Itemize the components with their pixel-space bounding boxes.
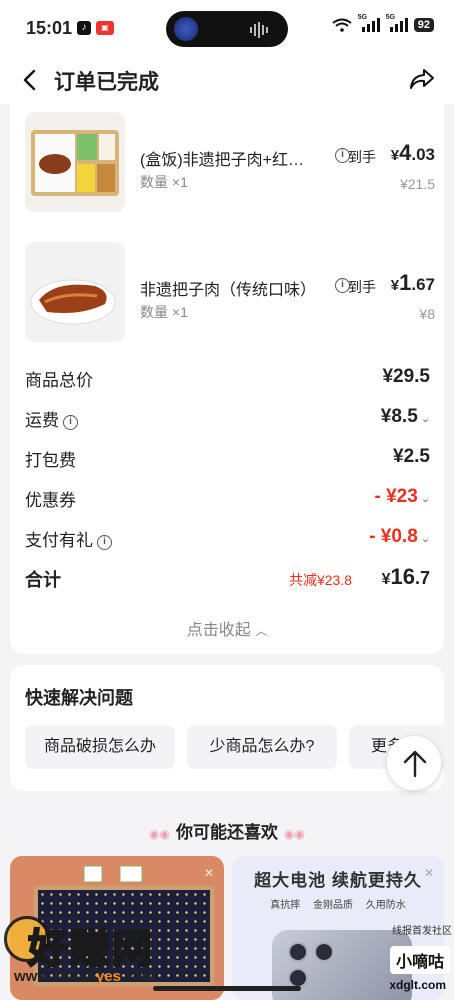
summary-row-packing: 打包费 ¥2.5 (25, 446, 430, 470)
item-name: (盒饭)非遗把子肉+红… (140, 152, 305, 169)
order-item[interactable]: (盒饭)非遗把子肉+红… 数量 ×1 i 到手 ¥4.03 ¥21.5 (25, 112, 435, 212)
watermark-name: 小嘀咕 (389, 946, 450, 974)
item-original-price: ¥8 (419, 306, 435, 322)
recommend-title: ◉◉ 你可能还喜欢 ◉◉ (149, 823, 305, 842)
item-final-price: ¥4.03 (390, 140, 435, 165)
row-label: 优惠券 (25, 491, 76, 510)
signal-5g-icon: 5G (358, 14, 380, 32)
quick-help-card: 快速解决问题 商品破损怎么办 少商品怎么办? 更多 (10, 665, 444, 791)
page-title: 订单已完成 (54, 71, 159, 94)
row-label: 商品总价 (25, 371, 93, 390)
wifi-icon (332, 18, 352, 32)
signal-5g-icon-2: 5G (386, 14, 408, 32)
summary-row-goods-total: 商品总价 ¥29.5 (25, 366, 430, 390)
item-name: 非遗把子肉（传统口味） (140, 282, 317, 299)
total-label: 合计 (25, 570, 61, 590)
battery-icon: 92 (413, 18, 434, 32)
collapse-button[interactable]: 点击收起 ︿ (10, 616, 444, 640)
status-bar: 15:01 ♪ ▣ 5G 5G 92 (0, 0, 454, 56)
dynamic-island[interactable] (166, 11, 288, 47)
nav-bar: 订单已完成 (0, 56, 454, 104)
arrow-up-icon (403, 750, 427, 778)
app-notification-icon: ▣ (96, 21, 114, 35)
scroll-to-top-button[interactable] (386, 735, 442, 791)
ad-features: 真抗摔 金刚品质 久用防水 (270, 900, 406, 911)
network-type-label: 5G (357, 14, 368, 21)
home-indicator[interactable] (153, 986, 301, 991)
chevron-down-icon: ⌄ (420, 413, 430, 425)
row-label: 运费 i (25, 406, 78, 431)
info-icon[interactable]: i (97, 535, 112, 550)
network-type-label-2: 5G (385, 14, 396, 21)
watermark-text: 好赚网 (27, 926, 154, 972)
row-value: ¥2.5 (393, 446, 430, 467)
row-label: 打包费 (25, 451, 76, 470)
ad-headline: 超大电池 续航更持久 (254, 871, 422, 890)
watermark-url: xdglt.com (389, 978, 446, 992)
watermark-logo-left: 好赚网 www.zhuanyes.com (4, 916, 194, 996)
info-icon[interactable]: i (63, 415, 78, 430)
row-label: 支付有礼 i (25, 526, 112, 551)
close-icon[interactable]: ✕ (204, 866, 214, 880)
audio-wave-icon (250, 21, 274, 38)
item-thumbnail (25, 112, 125, 212)
system-icons: 5G 5G 92 (332, 14, 434, 32)
item-final-price: ¥1.67 (390, 270, 435, 295)
decorative-pill-icon: ◉◉ (149, 827, 170, 841)
price-label: 到手 (348, 149, 376, 165)
wall-frame-icon (83, 865, 143, 883)
watermark-tagline: 线报首发社区 (392, 926, 452, 937)
decorative-pill-icon: ◉◉ (284, 827, 305, 841)
chevron-down-icon: ⌄ (420, 533, 430, 545)
total-discount: 共减¥23.8 (288, 572, 352, 588)
order-item[interactable]: 非遗把子肉（传统口味） 数量 ×1 i 到手 ¥1.67 ¥8 (25, 242, 435, 342)
watermark-url: www.zhuanyes.com (14, 968, 156, 985)
item-thumbnail (25, 242, 125, 342)
tiktok-icon: ♪ (77, 21, 91, 35)
item-original-price: ¥21.5 (399, 176, 435, 192)
item-quantity: 数量 ×1 (140, 174, 188, 190)
help-chip-missing[interactable]: 少商品怎么办? (187, 725, 337, 769)
close-icon[interactable]: ✕ (424, 866, 434, 880)
item-quantity: 数量 ×1 (140, 304, 188, 320)
total-value: ¥16.7 (381, 564, 430, 589)
status-time: 15:01 (26, 18, 73, 38)
back-arrow-icon[interactable] (20, 68, 40, 92)
row-value: ¥29.5 (382, 366, 430, 387)
share-icon[interactable] (408, 66, 436, 92)
chevron-up-icon: ︿ (255, 624, 268, 638)
row-value: - ¥0.8 ⌄ (369, 526, 430, 547)
summary-row-shipping[interactable]: 运费 i ¥8.5 ⌄ (25, 406, 430, 430)
summary-row-total: 合计 共减¥23.8 ¥16.7 (25, 564, 430, 590)
price-label: 到手 (348, 279, 376, 295)
row-value: ¥8.5 ⌄ (380, 406, 430, 427)
help-chip-damaged[interactable]: 商品破损怎么办 (25, 725, 175, 769)
quick-help-title: 快速解决问题 (25, 688, 133, 708)
summary-row-pay-gift[interactable]: 支付有礼 i - ¥0.8 ⌄ (25, 526, 430, 550)
summary-row-coupon[interactable]: 优惠券 - ¥23 ⌄ (25, 486, 430, 510)
now-playing-art-icon (174, 17, 198, 41)
watermark-logo-right: 线报首发社区 小嘀咕 xdglt.com (372, 922, 452, 998)
chevron-down-icon: ⌄ (420, 493, 430, 505)
order-detail-card: (盒饭)非遗把子肉+红… 数量 ×1 i 到手 ¥4.03 ¥21.5 非遗把子… (10, 104, 444, 654)
row-value: - ¥23 ⌄ (374, 486, 430, 507)
